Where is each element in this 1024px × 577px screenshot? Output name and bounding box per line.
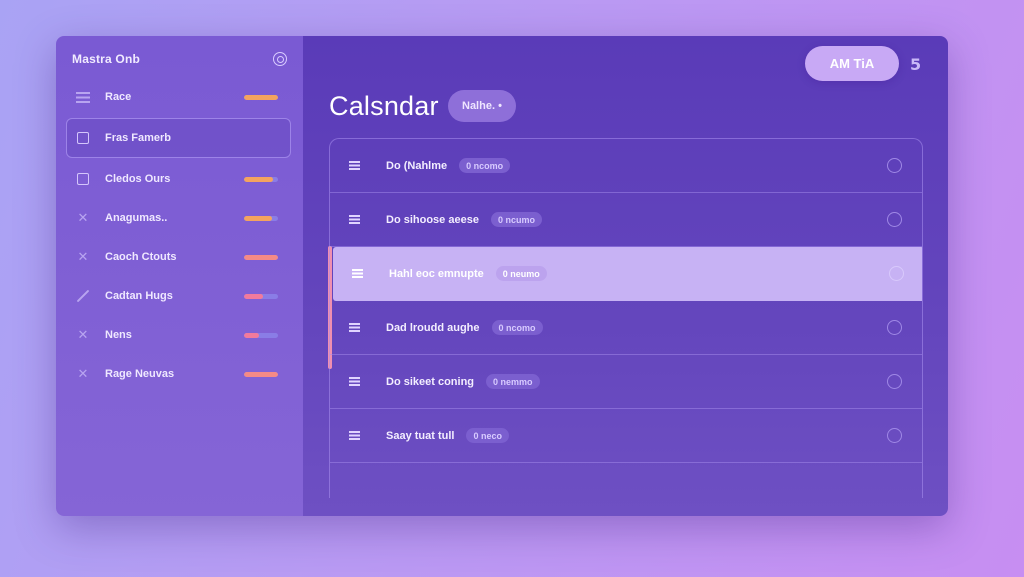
main-panel: AM TiA 5 Calsndar Nalhe. • Do (Nahlme 0 n… [303, 36, 948, 516]
sidebar-item[interactable]: ✕ Caoch Ctouts [66, 237, 291, 277]
list-item-title: Do sihoose aeese [386, 213, 479, 226]
agent-icon: ✕ [77, 327, 89, 343]
agent-icon: ✕ [77, 210, 89, 226]
sidebar-item[interactable]: Fras Famerb [66, 118, 291, 158]
checkbox-circle-icon[interactable] [887, 158, 902, 173]
sidebar-item-label: Anagumas.. [105, 212, 168, 224]
agent-icon: ✕ [77, 366, 89, 382]
sidebar-item[interactable]: Cledos Ours [66, 159, 291, 199]
progress-bar-fill [244, 215, 272, 221]
sidebar-item[interactable]: ✕ Rage Neuvas [66, 354, 291, 394]
calendar-square-icon [75, 130, 91, 146]
list-item-title: Do sikeet coning [386, 375, 475, 388]
list-item[interactable]: Do (Nahlme 0 ncomo [330, 139, 922, 193]
drag-handle-icon[interactable] [349, 377, 360, 386]
sidebar-item-label: Cledos Ours [105, 173, 171, 185]
sidebar-item[interactable]: Race [66, 77, 291, 117]
progress-bar-fill [244, 332, 260, 338]
progress-bar-fill [244, 254, 278, 260]
progress-bar-fill [244, 176, 273, 182]
progress-bar [244, 332, 278, 338]
sidebar-item-label: Rage Neuvas [105, 368, 175, 380]
list-item-tag: 0 neco [466, 428, 509, 443]
checkbox-circle-icon[interactable] [887, 212, 902, 227]
progress-bar-fill [244, 371, 278, 377]
task-list: Do (Nahlme 0 ncomo Do sihoose aeese 0 ncumo… [329, 138, 923, 498]
progress-bar [244, 94, 278, 100]
primary-action-button[interactable]: AM TiA [805, 46, 899, 81]
sidebar: Mastra Onb Race Fras Famerb Cledos Ours ✕ An… [56, 36, 303, 516]
workspace-title: Mastra Onb [72, 52, 141, 66]
list-item-title: Hahl eoc emnupte [389, 267, 484, 280]
sidebar-item-label: Nens [105, 329, 132, 341]
list-item-tag: 0 nemmo [486, 374, 540, 389]
drag-handle-icon[interactable] [352, 269, 363, 278]
progress-bar [244, 371, 278, 377]
list-item-title: Saay tuat tull [386, 429, 455, 442]
drag-handle-icon[interactable] [349, 215, 360, 224]
sidebar-header: Mastra Onb [72, 49, 287, 69]
gear-icon[interactable] [273, 52, 287, 66]
list-item-title: Dad lroudd aughe [386, 321, 480, 334]
app-window: Mastra Onb Race Fras Famerb Cledos Ours ✕ An… [56, 36, 948, 516]
page-title: Calsndar [329, 91, 439, 121]
sidebar-item[interactable]: ✕ Anagumas.. [66, 198, 291, 238]
progress-bar [244, 293, 278, 299]
progress-bar [244, 254, 278, 260]
list-item-tag: 0 ncomo [459, 158, 511, 173]
list-item-title: Do (Nahlme [386, 159, 448, 172]
menu-icon[interactable]: 5 [910, 55, 921, 74]
agent-icon: ✕ [77, 249, 89, 265]
progress-bar-fill [244, 293, 263, 299]
list-item[interactable]: Do sihoose aeese 0 ncumo [330, 193, 922, 247]
list-item[interactable]: Do sikeet coning 0 nemmo [330, 355, 922, 409]
sidebar-item[interactable]: ✕ Nens [66, 315, 291, 355]
progress-bar-fill [244, 94, 278, 100]
list-item[interactable]: Dad lroudd aughe 0 ncomo [330, 301, 922, 355]
checkbox-circle-icon[interactable] [889, 266, 904, 281]
list-item-tag: 0 ncumo [490, 212, 542, 227]
drag-handle-icon[interactable] [349, 161, 360, 170]
pen-icon [75, 288, 91, 304]
drag-handle-icon[interactable] [349, 431, 360, 440]
sidebar-item-label: Cadtan Hugs [105, 290, 173, 302]
sidebar-item[interactable]: Cadtan Hugs [66, 276, 291, 316]
checkbox-circle-icon[interactable] [887, 374, 902, 389]
list-item-tag: 0 neumo [495, 266, 547, 281]
drag-handle-icon[interactable] [349, 323, 360, 332]
sidebar-item-label: Caoch Ctouts [105, 251, 177, 263]
list-icon [75, 89, 91, 105]
title-chip[interactable]: Nalhe. • [448, 90, 516, 122]
progress-bar [244, 176, 278, 182]
checkbox-circle-icon[interactable] [887, 428, 902, 443]
checkbox-circle-icon[interactable] [887, 320, 902, 335]
list-item[interactable]: Saay tuat tull 0 neco [330, 409, 922, 463]
square-icon [75, 171, 91, 187]
sidebar-item-label: Race [105, 91, 132, 103]
sidebar-item-label: Fras Famerb [105, 132, 172, 144]
list-item-tag: 0 ncomo [491, 320, 543, 335]
progress-bar [244, 215, 278, 221]
list-item[interactable]: Hahl eoc emnupte 0 neumo [333, 247, 922, 301]
